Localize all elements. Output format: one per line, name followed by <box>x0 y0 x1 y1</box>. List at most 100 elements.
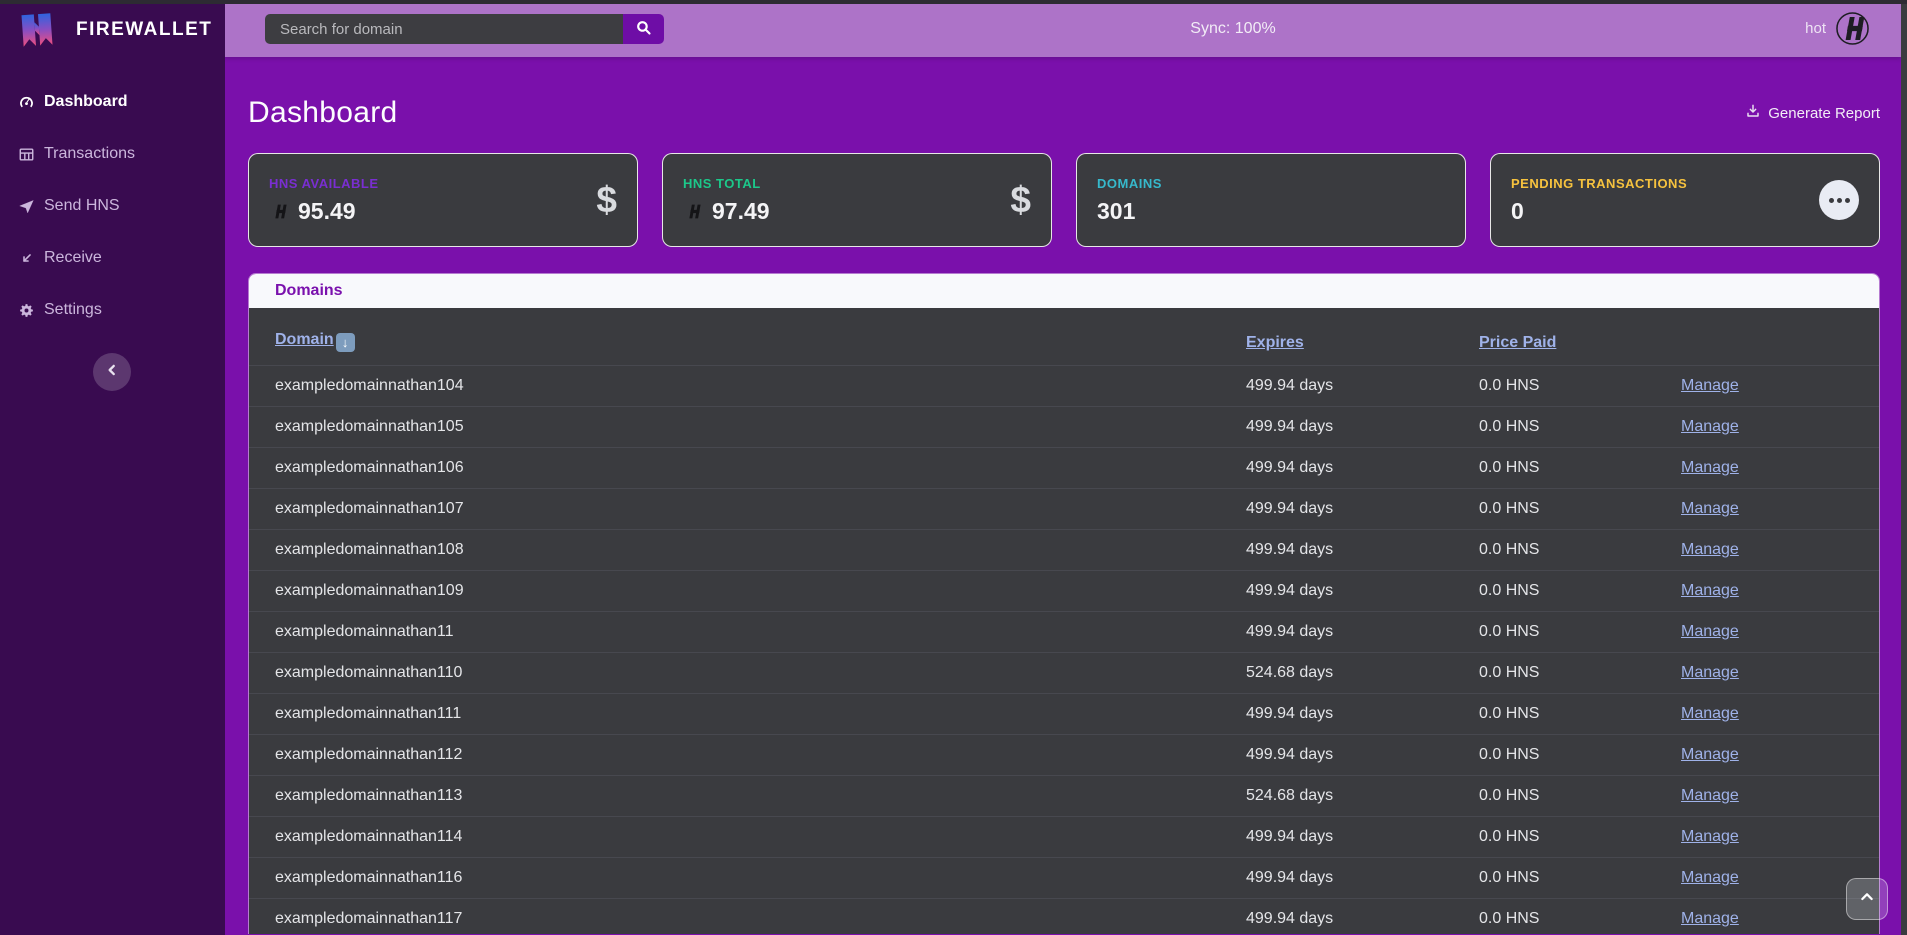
search-icon <box>635 19 652 39</box>
price-cell: 0.0 HNS <box>1479 500 1681 518</box>
stat-card: PENDING TRANSACTIONS 0 <box>1490 153 1880 247</box>
sidebar-item-label: Send HNS <box>44 197 120 215</box>
table-row: exampledomainnathan112499.94 days0.0 HNS… <box>249 734 1879 775</box>
hns-logo-icon <box>683 201 704 222</box>
brand[interactable]: FIREWALLET <box>0 0 225 60</box>
domain-cell: exampledomainnathan117 <box>249 910 1246 928</box>
sidebar-collapse-button[interactable] <box>93 353 131 391</box>
stat-card-value-row: 97.49 <box>683 198 770 225</box>
price-cell: 0.0 HNS <box>1479 541 1681 559</box>
price-cell: 0.0 HNS <box>1479 869 1681 887</box>
sidebar: FIREWALLET DashboardTransactions Send HNS… <box>0 0 225 935</box>
manage-link[interactable]: Manage <box>1681 705 1739 722</box>
domain-cell: exampledomainnathan112 <box>249 746 1246 764</box>
manage-link[interactable]: Manage <box>1681 746 1739 763</box>
price-cell: 0.0 HNS <box>1479 828 1681 846</box>
manage-link[interactable]: Manage <box>1681 623 1739 640</box>
scroll-to-top-button[interactable] <box>1846 878 1888 920</box>
manage-cell: Manage <box>1681 418 1879 436</box>
sidebar-item-label: Receive <box>44 249 102 267</box>
sidebar-item-settings[interactable]: Settings <box>0 284 225 336</box>
search-input[interactable] <box>265 14 623 44</box>
sidebar-item-transactions[interactable]: Transactions <box>0 128 225 180</box>
window-top-strip <box>0 0 1907 4</box>
column-header-label: Domain <box>275 331 334 348</box>
stat-card-body: HNS AVAILABLE 95.49 <box>269 176 379 225</box>
domain-cell: exampledomainnathan105 <box>249 418 1246 436</box>
page-title: Dashboard <box>248 96 397 130</box>
sidebar-item-receive[interactable]: Receive <box>0 232 225 284</box>
column-header-price-paid[interactable]: Price Paid <box>1479 334 1681 352</box>
table-row: exampledomainnathan116499.94 days0.0 HNS… <box>249 857 1879 898</box>
manage-cell: Manage <box>1681 705 1879 723</box>
gear-icon <box>18 302 35 319</box>
manage-cell: Manage <box>1681 664 1879 682</box>
stat-card-value-row: 301 <box>1097 198 1162 225</box>
search-button[interactable] <box>623 14 664 44</box>
price-cell: 0.0 HNS <box>1479 705 1681 723</box>
column-header-label: Price Paid <box>1479 334 1556 351</box>
table-row: exampledomainnathan105499.94 days0.0 HNS… <box>249 406 1879 447</box>
manage-link[interactable]: Manage <box>1681 869 1739 886</box>
manage-link[interactable]: Manage <box>1681 664 1739 681</box>
table-icon <box>18 146 35 163</box>
manage-link[interactable]: Manage <box>1681 459 1739 476</box>
stat-card-label: PENDING TRANSACTIONS <box>1511 176 1687 191</box>
domain-cell: exampledomainnathan116 <box>249 869 1246 887</box>
price-cell: 0.0 HNS <box>1479 787 1681 805</box>
manage-link[interactable]: Manage <box>1681 910 1739 927</box>
stat-card-value-row: 95.49 <box>269 198 379 225</box>
expires-cell: 524.68 days <box>1246 664 1479 682</box>
window-scrollbar-track[interactable] <box>1901 0 1907 935</box>
column-header-domain[interactable]: Domain↓ <box>249 331 1246 352</box>
manage-link[interactable]: Manage <box>1681 418 1739 435</box>
domain-cell: exampledomainnathan109 <box>249 582 1246 600</box>
manage-link[interactable]: Manage <box>1681 582 1739 599</box>
expires-cell: 524.68 days <box>1246 787 1479 805</box>
tachometer-icon <box>18 94 35 111</box>
table-row: exampledomainnathan117499.94 days0.0 HNS… <box>249 898 1879 934</box>
expires-cell: 499.94 days <box>1246 418 1479 436</box>
expires-cell: 499.94 days <box>1246 623 1479 641</box>
price-cell: 0.0 HNS <box>1479 623 1681 641</box>
stat-card-body: DOMAINS301 <box>1097 176 1162 225</box>
stat-card: HNS AVAILABLE 95.49 $ <box>248 153 638 247</box>
table-row: exampledomainnathan114499.94 days0.0 HNS… <box>249 816 1879 857</box>
price-cell: 0.0 HNS <box>1479 582 1681 600</box>
column-header-label: Expires <box>1246 334 1304 351</box>
manage-cell: Manage <box>1681 541 1879 559</box>
manage-link[interactable]: Manage <box>1681 500 1739 517</box>
handshake-logo-icon[interactable] <box>1835 11 1870 46</box>
domains-table: Domain↓Expires Price Paid exampledomainna… <box>249 308 1879 934</box>
table-row: exampledomainnathan11499.94 days0.0 HNSM… <box>249 611 1879 652</box>
sidebar-nav: DashboardTransactions Send HNS Receive Sett… <box>0 76 225 336</box>
stat-card-body: PENDING TRANSACTIONS 0 <box>1511 176 1687 225</box>
stat-card-label: HNS AVAILABLE <box>269 176 379 191</box>
expires-cell: 499.94 days <box>1246 541 1479 559</box>
stat-card-value-row: 0 <box>1511 198 1687 225</box>
stat-card-value: 97.49 <box>712 198 770 225</box>
domain-search-bar <box>265 14 664 44</box>
manage-link[interactable]: Manage <box>1681 787 1739 804</box>
manage-link[interactable]: Manage <box>1681 377 1739 394</box>
ellipsis-button[interactable] <box>1819 180 1859 220</box>
sidebar-item-dashboard[interactable]: Dashboard <box>0 76 225 128</box>
manage-link[interactable]: Manage <box>1681 828 1739 845</box>
stat-card-value: 301 <box>1097 198 1135 225</box>
sidebar-item-label: Settings <box>44 301 102 319</box>
table-row: exampledomainnathan109499.94 days0.0 HNS… <box>249 570 1879 611</box>
brand-name: FIREWALLET <box>76 19 212 41</box>
dollar-sign-icon: $ <box>1010 179 1031 221</box>
domains-table-body: exampledomainnathan104499.94 days0.0 HNS… <box>249 365 1879 934</box>
manage-cell: Manage <box>1681 828 1879 846</box>
column-header-expires[interactable]: Expires <box>1246 334 1479 352</box>
expires-cell: 499.94 days <box>1246 582 1479 600</box>
domain-cell: exampledomainnathan108 <box>249 541 1246 559</box>
sidebar-item-send-hns[interactable]: Send HNS <box>0 180 225 232</box>
generate-report-button[interactable]: Generate Report <box>1745 103 1880 123</box>
chevron-left-icon <box>105 363 119 382</box>
stat-card-label: HNS TOTAL <box>683 176 770 191</box>
expires-cell: 499.94 days <box>1246 500 1479 518</box>
dollar-sign-icon: $ <box>596 179 617 221</box>
manage-link[interactable]: Manage <box>1681 541 1739 558</box>
